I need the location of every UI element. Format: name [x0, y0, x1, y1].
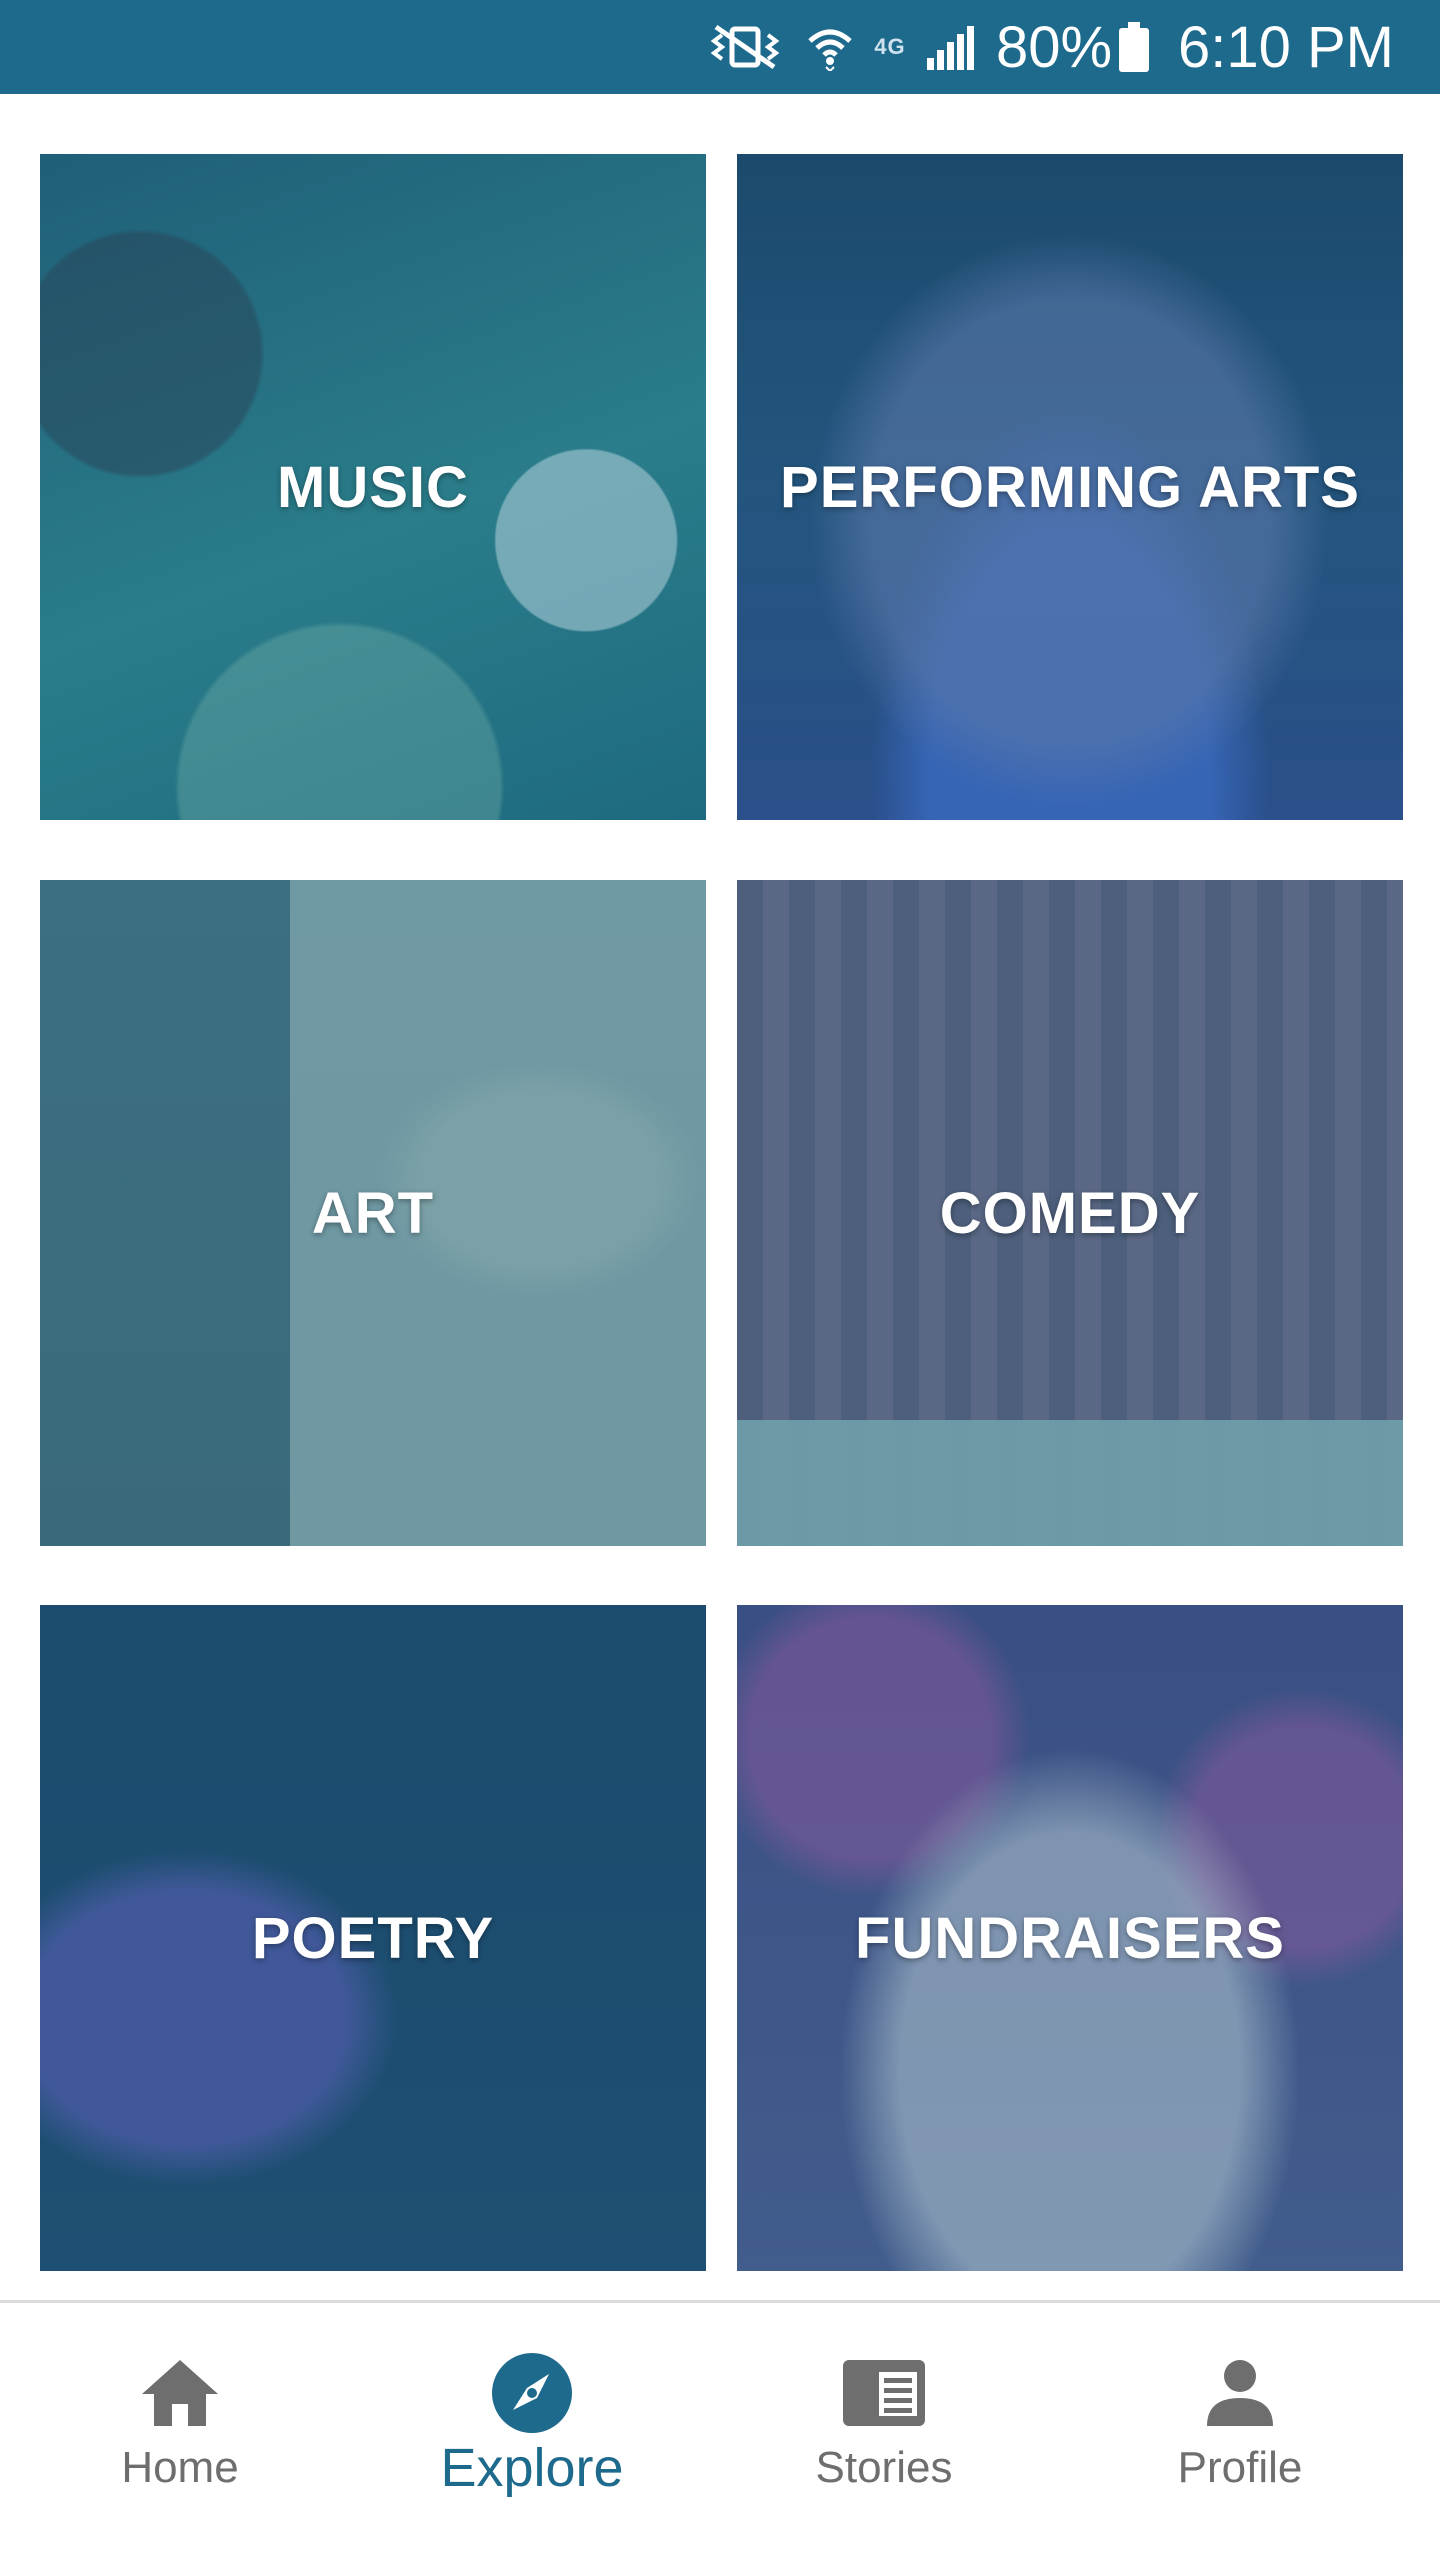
battery-percent: 80% — [995, 14, 1113, 80]
stories-icon — [704, 2353, 1064, 2433]
nav-item-stories[interactable]: Stories — [704, 2303, 1064, 2560]
home-icon — [0, 2353, 360, 2433]
vibrate-icon — [704, 0, 786, 94]
bottom-navigation: Home Explore Stories Profile — [0, 2300, 1440, 2560]
nav-item-home[interactable]: Home — [0, 2303, 360, 2560]
nav-item-profile[interactable]: Profile — [1060, 2303, 1420, 2560]
category-tile-poetry[interactable]: POETRY — [40, 1605, 706, 2271]
nav-item-explore[interactable]: Explore — [352, 2303, 712, 2560]
nav-label-profile: Profile — [1177, 2443, 1303, 2492]
category-label: PERFORMING ARTS — [780, 454, 1360, 520]
status-time: 6:10 PM — [1178, 14, 1394, 80]
category-tile-comedy[interactable]: COMEDY — [737, 880, 1403, 1546]
category-tile-performing-arts[interactable]: PERFORMING ARTS — [737, 154, 1403, 820]
category-label: MUSIC — [277, 454, 469, 520]
category-tile-fundraisers[interactable]: FUNDRAISERS — [737, 1605, 1403, 2271]
category-tile-music[interactable]: MUSIC — [40, 154, 706, 820]
status-bar: 4G 80% 6:10 PM — [0, 0, 1440, 94]
compass-icon — [352, 2353, 712, 2433]
profile-icon — [1060, 2353, 1420, 2433]
wifi-icon — [800, 0, 860, 94]
signal-icon — [920, 0, 980, 94]
nav-label-stories: Stories — [815, 2443, 953, 2492]
category-label: COMEDY — [939, 1180, 1201, 1246]
category-label: FUNDRAISERS — [855, 1905, 1285, 1971]
category-label: POETRY — [251, 1905, 495, 1971]
lte-icon: 4G — [874, 34, 906, 59]
nav-label-explore: Explore — [440, 2438, 624, 2498]
nav-label-home: Home — [121, 2443, 239, 2492]
category-tile-art[interactable]: ART — [40, 880, 706, 1546]
battery-icon — [1112, 0, 1156, 94]
category-label: ART — [311, 1180, 435, 1246]
